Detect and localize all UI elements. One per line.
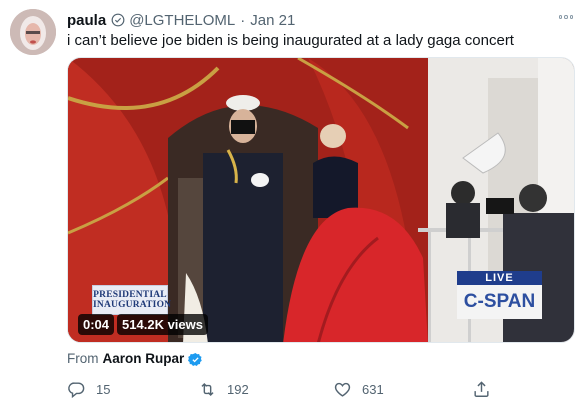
video-views: 514.2K views — [117, 314, 208, 335]
verified-icon — [188, 352, 203, 366]
display-name[interactable]: paula — [67, 12, 106, 29]
reply-button[interactable]: 15 — [67, 378, 110, 400]
verified-icon — [111, 13, 125, 27]
media-attribution: From Aaron Rupar — [67, 351, 206, 366]
network-name: C-SPAN — [457, 285, 542, 319]
video-player[interactable]: PRESIDENTIAL INAUGURATION 0:04 514.2K vi… — [67, 57, 575, 343]
tweet-actions: 15 192 631 — [67, 378, 575, 400]
share-icon — [474, 380, 489, 397]
reply-icon — [68, 381, 85, 398]
attribution-author[interactable]: Aaron Rupar — [103, 351, 185, 366]
tweet-header: paula @LGTHELOML · Jan 21 — [67, 10, 295, 30]
tweet-date[interactable]: Jan 21 — [250, 12, 295, 29]
cspan-logo: LIVE C-SPAN — [457, 271, 542, 319]
retweet-icon — [201, 382, 214, 396]
separator-dot: · — [240, 11, 246, 29]
video-info-badges: 0:04 514.2K views — [78, 314, 208, 335]
attribution-prefix: From — [67, 351, 99, 366]
avatar[interactable] — [10, 9, 56, 55]
more-icon[interactable] — [558, 10, 573, 24]
like-count: 631 — [362, 381, 384, 397]
reply-count: 15 — [96, 381, 111, 397]
video-duration: 0:04 — [78, 314, 115, 335]
retweet-button[interactable]: 192 — [198, 378, 249, 400]
avatar-image — [10, 9, 56, 55]
presidential-inauguration-logo: PRESIDENTIAL INAUGURATION — [92, 285, 171, 315]
like-icon — [334, 382, 351, 397]
live-badge: LIVE — [457, 271, 542, 285]
retweet-count: 192 — [227, 381, 249, 397]
tweet-text: i can’t believe joe biden is being inaug… — [67, 32, 514, 49]
like-button[interactable]: 631 — [333, 378, 384, 400]
share-button[interactable] — [472, 378, 491, 400]
handle[interactable]: @LGTHELOML — [129, 12, 235, 29]
